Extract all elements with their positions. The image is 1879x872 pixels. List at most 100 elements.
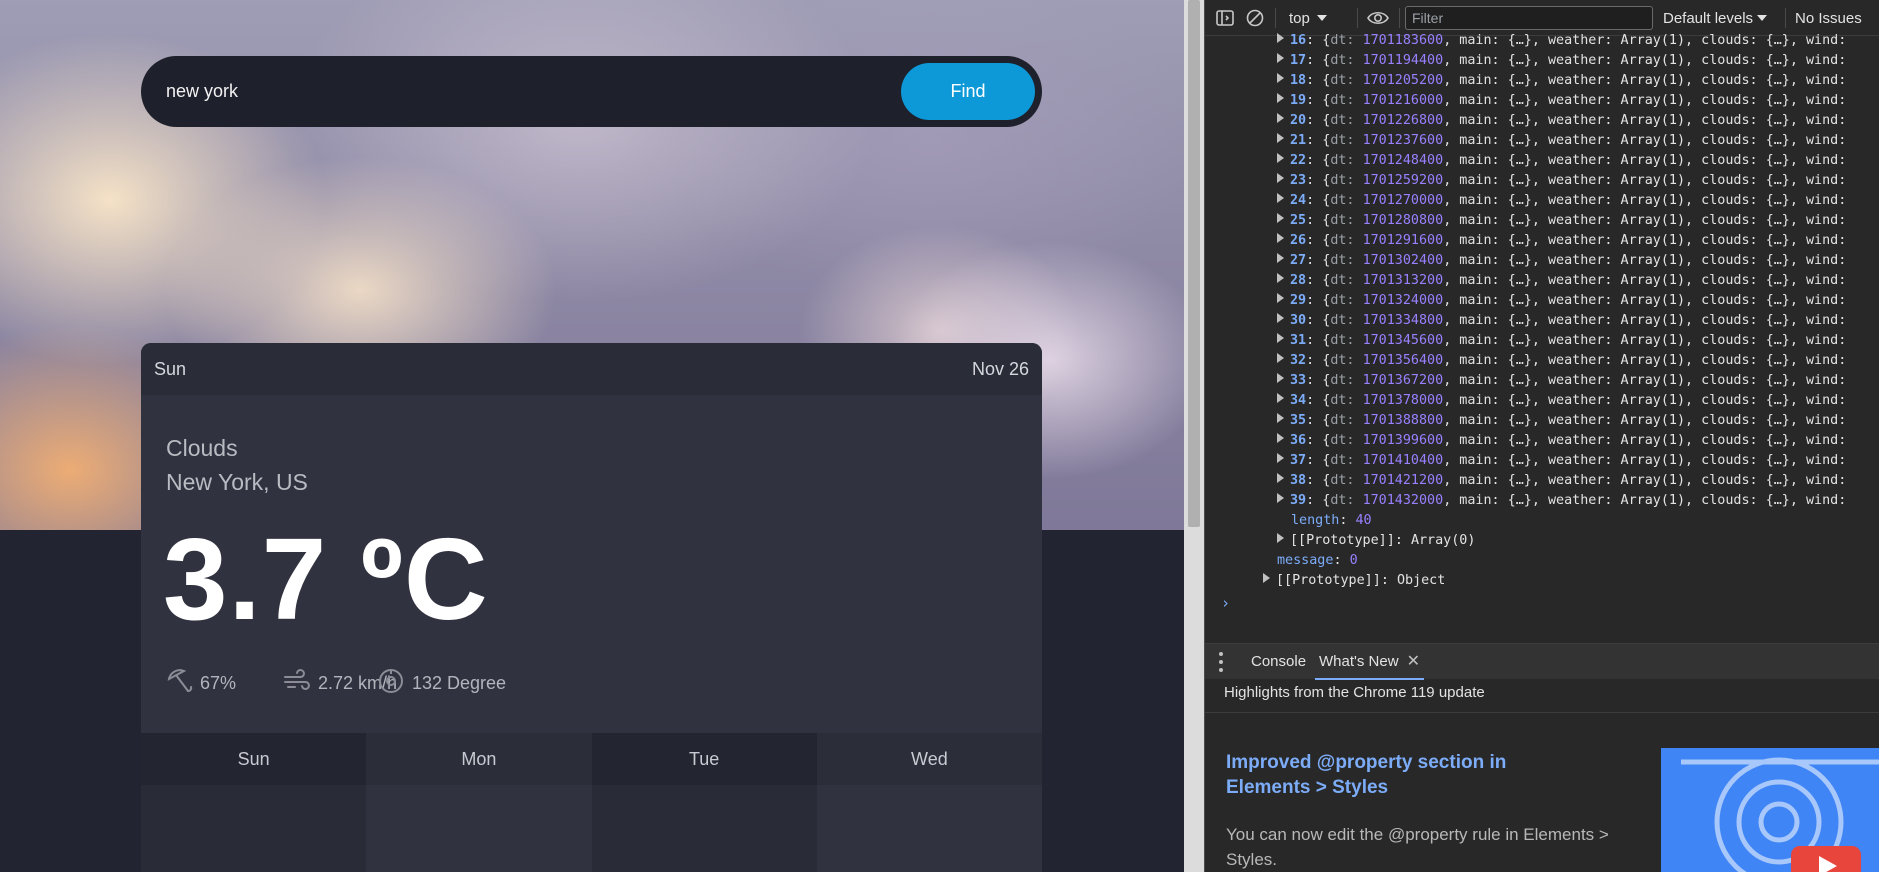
expand-arrow-icon[interactable]	[1277, 253, 1284, 263]
entry-key: dt:	[1330, 253, 1363, 268]
console-entry[interactable]: 21: {dt: 1701237600, main: {…}, weather:…	[1277, 131, 1846, 151]
console-entry[interactable]: 22: {dt: 1701248400, main: {…}, weather:…	[1277, 151, 1846, 171]
entry-index: 31	[1290, 333, 1307, 348]
console-prompt[interactable]: ›	[1221, 594, 1230, 612]
entry-key: dt:	[1330, 333, 1363, 348]
console-entry[interactable]: 27: {dt: 1701302400, main: {…}, weather:…	[1277, 251, 1846, 271]
console-entry[interactable]: 24: {dt: 1701270000, main: {…}, weather:…	[1277, 191, 1846, 211]
card-header: Sun Nov 26	[141, 343, 1042, 395]
filter-input[interactable]	[1405, 6, 1653, 30]
expand-arrow-icon[interactable]	[1277, 53, 1284, 63]
expand-arrow-icon[interactable]	[1277, 273, 1284, 283]
expand-arrow-icon[interactable]	[1277, 493, 1284, 503]
console-entry[interactable]: 39: {dt: 1701432000, main: {…}, weather:…	[1277, 491, 1846, 511]
console-entry[interactable]: 26: {dt: 1701291600, main: {…}, weather:…	[1277, 231, 1846, 251]
expand-arrow-icon[interactable]	[1277, 33, 1284, 43]
punctuation: : {	[1306, 373, 1331, 388]
console-entry[interactable]: 32: {dt: 1701356400, main: {…}, weather:…	[1277, 351, 1846, 371]
entry-index: 24	[1290, 193, 1307, 208]
close-icon[interactable]: ✕	[1407, 653, 1420, 670]
entry-index: 18	[1290, 73, 1307, 88]
toolbar-separator	[1785, 8, 1786, 28]
tab-console[interactable]: Console	[1251, 644, 1306, 680]
console-prototype-row[interactable]: [[Prototype]]: Array(0)	[1277, 531, 1475, 551]
entry-summary: , main: {…}, weather: Array(1), clouds: …	[1443, 173, 1847, 188]
entry-dt: 1701367200	[1362, 373, 1444, 388]
divider	[1205, 712, 1879, 713]
entry-summary: , main: {…}, weather: Array(1), clouds: …	[1443, 373, 1847, 388]
expand-arrow-icon[interactable]	[1277, 153, 1284, 163]
entry-index: 26	[1290, 233, 1307, 248]
search-input[interactable]	[166, 74, 866, 108]
punctuation: : {	[1306, 453, 1331, 468]
expand-arrow-icon[interactable]	[1277, 433, 1284, 443]
entry-summary: , main: {…}, weather: Array(1), clouds: …	[1443, 293, 1847, 308]
console-entry[interactable]: 37: {dt: 1701410400, main: {…}, weather:…	[1277, 451, 1846, 471]
entry-index: 33	[1290, 373, 1307, 388]
expand-arrow-icon[interactable]	[1277, 73, 1284, 83]
expand-arrow-icon[interactable]	[1277, 453, 1284, 463]
expand-arrow-icon[interactable]	[1277, 113, 1284, 123]
chevron-down-icon	[1757, 15, 1768, 21]
page-scrollbar[interactable]	[1184, 0, 1204, 872]
console-entry[interactable]: 16: {dt: 1701183600, main: {…}, weather:…	[1277, 31, 1846, 51]
entry-key: dt:	[1330, 273, 1363, 288]
console-entry[interactable]: 36: {dt: 1701399600, main: {…}, weather:…	[1277, 431, 1846, 451]
console-entry[interactable]: 30: {dt: 1701334800, main: {…}, weather:…	[1277, 311, 1846, 331]
entry-index: 19	[1290, 93, 1307, 108]
expand-arrow-icon[interactable]	[1277, 413, 1284, 423]
context-label: top	[1289, 9, 1310, 27]
expand-arrow-icon[interactable]	[1263, 573, 1270, 583]
more-options-icon[interactable]	[1219, 652, 1223, 672]
console-entry[interactable]: 33: {dt: 1701367200, main: {…}, weather:…	[1277, 371, 1846, 391]
entry-dt: 1701237600	[1362, 133, 1444, 148]
feature-link[interactable]: Improved @property section in Elements >…	[1226, 750, 1571, 800]
entry-dt: 1701324000	[1362, 293, 1444, 308]
expand-arrow-icon[interactable]	[1277, 213, 1284, 223]
expand-arrow-icon[interactable]	[1277, 133, 1284, 143]
compass-icon	[377, 667, 405, 700]
console-entry[interactable]: 25: {dt: 1701280800, main: {…}, weather:…	[1277, 211, 1846, 231]
expand-arrow-icon[interactable]	[1277, 93, 1284, 103]
console-entry[interactable]: 18: {dt: 1701205200, main: {…}, weather:…	[1277, 71, 1846, 91]
console-entry[interactable]: 38: {dt: 1701421200, main: {…}, weather:…	[1277, 471, 1846, 491]
console-entry[interactable]: 17: {dt: 1701194400, main: {…}, weather:…	[1277, 51, 1846, 71]
toolbar-separator	[1357, 8, 1358, 28]
console-entry[interactable]: 35: {dt: 1701388800, main: {…}, weather:…	[1277, 411, 1846, 431]
entry-summary: , main: {…}, weather: Array(1), clouds: …	[1443, 93, 1847, 108]
entry-summary: , main: {…}, weather: Array(1), clouds: …	[1443, 33, 1847, 48]
console-entry[interactable]: 23: {dt: 1701259200, main: {…}, weather:…	[1277, 171, 1846, 191]
expand-arrow-icon[interactable]	[1277, 193, 1284, 203]
punctuation: : {	[1306, 253, 1331, 268]
console-entry[interactable]: 29: {dt: 1701324000, main: {…}, weather:…	[1277, 291, 1846, 311]
expand-arrow-icon[interactable]	[1277, 233, 1284, 243]
console-object-prototype-row[interactable]: [[Prototype]]: Object	[1263, 571, 1445, 591]
expand-arrow-icon[interactable]	[1277, 173, 1284, 183]
console-entry[interactable]: 19: {dt: 1701216000, main: {…}, weather:…	[1277, 91, 1846, 111]
punctuation: : {	[1306, 333, 1331, 348]
entry-key: dt:	[1330, 353, 1363, 368]
expand-arrow-icon[interactable]	[1277, 333, 1284, 343]
tab-whats-new[interactable]: What's New ✕	[1315, 644, 1424, 680]
console-entry[interactable]: 20: {dt: 1701226800, main: {…}, weather:…	[1277, 111, 1846, 131]
entry-key: dt:	[1330, 313, 1363, 328]
clear-console-icon[interactable]	[1245, 0, 1265, 36]
drawer-tab-bar: Console What's New ✕	[1205, 643, 1879, 680]
expand-arrow-icon[interactable]	[1277, 293, 1284, 303]
expand-arrow-icon[interactable]	[1277, 533, 1284, 543]
console-entry[interactable]: 31: {dt: 1701345600, main: {…}, weather:…	[1277, 331, 1846, 351]
scrollbar-thumb[interactable]	[1188, 0, 1200, 527]
feature-thumbnail[interactable]	[1661, 748, 1879, 872]
console-entry[interactable]: 34: {dt: 1701378000, main: {…}, weather:…	[1277, 391, 1846, 411]
expand-arrow-icon[interactable]	[1277, 373, 1284, 383]
sidebar-toggle-icon[interactable]	[1215, 0, 1235, 36]
expand-arrow-icon[interactable]	[1277, 313, 1284, 323]
find-button[interactable]: Find	[901, 63, 1035, 120]
console-entry[interactable]: 28: {dt: 1701313200, main: {…}, weather:…	[1277, 271, 1846, 291]
expand-arrow-icon[interactable]	[1277, 353, 1284, 363]
punctuation: : {	[1306, 273, 1331, 288]
expand-arrow-icon[interactable]	[1277, 393, 1284, 403]
expand-arrow-icon[interactable]	[1277, 473, 1284, 483]
direction-stat: 132 Degree	[377, 667, 506, 700]
entry-dt: 1701216000	[1362, 93, 1444, 108]
